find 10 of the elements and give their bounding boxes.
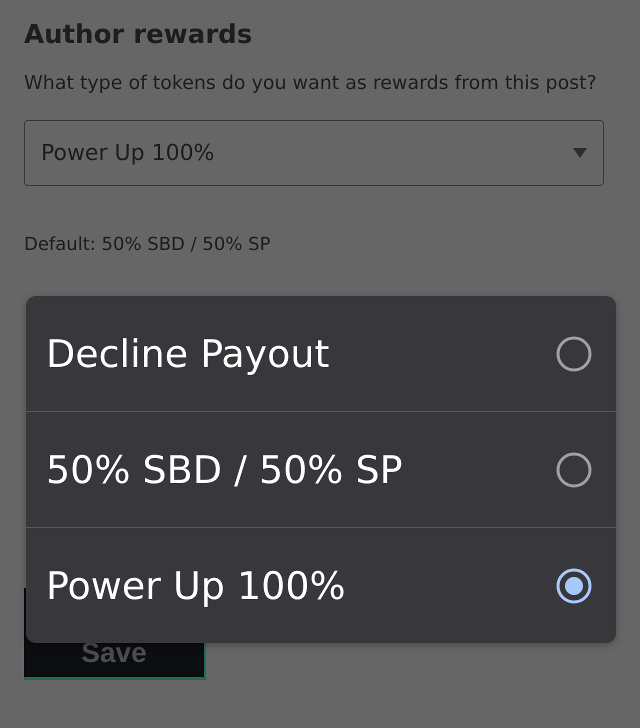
section-title: Author rewards <box>24 20 254 50</box>
radio-button[interactable] <box>556 568 592 604</box>
radio-button[interactable] <box>556 452 592 488</box>
question-text: What type of tokens do you want as rewards from this post? <box>24 72 598 94</box>
menu-option[interactable]: Power Up 100% <box>26 527 616 643</box>
caret-icon <box>573 148 587 158</box>
radio-button[interactable] <box>556 336 592 372</box>
default-note: Default: 50% SBD / 50% SP <box>24 234 272 255</box>
menu-option[interactable]: Decline Payout <box>26 296 616 411</box>
menu-option[interactable]: 50% SBD / 50% SP <box>26 411 616 527</box>
